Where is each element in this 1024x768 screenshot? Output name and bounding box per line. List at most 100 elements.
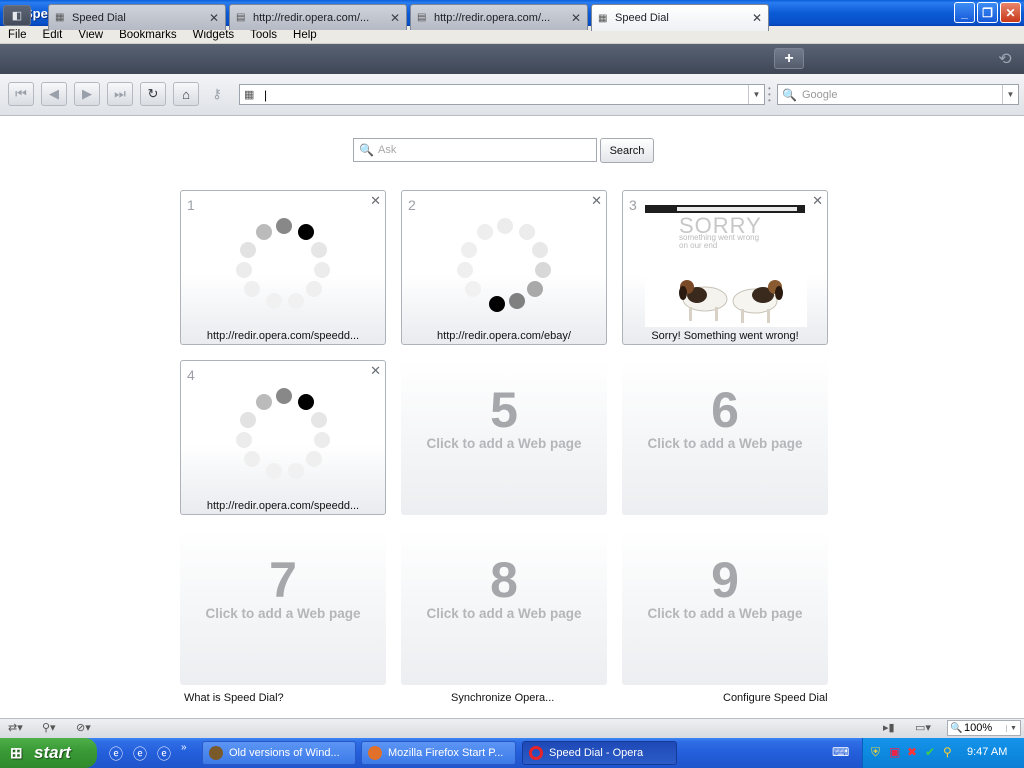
ask-input[interactable] bbox=[378, 140, 596, 160]
new-tab-button[interactable]: + bbox=[774, 48, 804, 69]
panel-toggle-button[interactable]: ◧ bbox=[3, 5, 31, 26]
speed-dial-5[interactable]: 5 Click to add a Web page bbox=[401, 360, 607, 515]
rewind-button[interactable]: ⏮ bbox=[8, 82, 34, 106]
home-button[interactable]: ⌂ bbox=[173, 82, 199, 106]
menu-bookmarks[interactable]: Bookmarks bbox=[111, 29, 185, 41]
thumbnail-subheading: something went wrong on our end bbox=[679, 233, 760, 250]
dial-caption: http://redir.opera.com/speedd... bbox=[206, 330, 360, 342]
address-dropdown-icon[interactable]: ▼ bbox=[748, 85, 764, 104]
speed-dial-4[interactable]: 4 ✕ http://redir.opera.com/speedd... bbox=[180, 360, 386, 515]
search-tray-icon[interactable]: ⚲ bbox=[943, 745, 952, 759]
back-button[interactable]: ◀ bbox=[41, 82, 67, 106]
dial-number: 1 bbox=[187, 197, 195, 213]
ie-quicklaunch-icon-2[interactable]: ⓔ bbox=[133, 744, 147, 764]
taskbar-window-old-versions[interactable]: Old versions of Wind... bbox=[202, 741, 356, 765]
dial-caption: http://redir.opera.com/speedd... bbox=[206, 500, 360, 512]
close-window-button[interactable]: ✕ bbox=[1000, 2, 1021, 23]
rewind-icon: ⏮ bbox=[15, 86, 27, 101]
tab-redir-1[interactable]: ▤ http://redir.opera.com/... ✕ bbox=[229, 4, 407, 30]
dial-add-text: Click to add a Web page bbox=[647, 606, 803, 621]
search-engine-icon[interactable]: 🔍 bbox=[782, 88, 798, 102]
maximize-button[interactable]: ❐ bbox=[977, 2, 998, 23]
dial-big-number: 8 bbox=[490, 552, 518, 608]
search-dropdown-icon[interactable]: ▼ bbox=[1002, 85, 1018, 104]
dial-big-number: 6 bbox=[711, 382, 739, 438]
speed-dial-1[interactable]: 1 ✕ http://redir.opera.com/speedd... bbox=[180, 190, 386, 345]
configure-speed-dial-link[interactable]: Configure Speed Dial bbox=[723, 692, 828, 704]
speed-dial-2[interactable]: 2 ✕ http://redir.opera.com/ebay/ bbox=[401, 190, 607, 345]
unite-icon[interactable]: ⚲▾ bbox=[42, 721, 56, 734]
speed-dial-9[interactable]: 9 Click to add a Web page bbox=[622, 530, 828, 685]
dial-big-number: 9 bbox=[711, 552, 739, 608]
synchronize-opera-link[interactable]: Synchronize Opera... bbox=[451, 692, 554, 704]
toolbar-separator-icon[interactable]: • • • bbox=[768, 85, 771, 105]
turbo-icon[interactable]: ⇄▾ bbox=[8, 721, 23, 734]
tab-close-icon[interactable]: ✕ bbox=[388, 11, 402, 25]
home-icon: ⌂ bbox=[182, 86, 190, 102]
taskbar-window-opera[interactable]: Speed Dial - Opera bbox=[522, 741, 677, 765]
menu-view[interactable]: View bbox=[70, 29, 111, 41]
status-bar bbox=[0, 718, 1024, 738]
ask-search-field[interactable]: 🔍 bbox=[353, 138, 597, 162]
tab-speed-dial-active[interactable]: ▦ Speed Dial ✕ bbox=[591, 4, 769, 31]
link-icon[interactable]: ⊘▾ bbox=[76, 721, 91, 734]
tab-close-icon[interactable]: ✕ bbox=[207, 11, 221, 25]
wand-button[interactable]: ⚷ bbox=[206, 82, 228, 106]
speed-dial-3[interactable]: 3 ✕ SORRY something went wrong on our en… bbox=[622, 190, 828, 345]
taskbar-window-firefox[interactable]: Mozilla Firefox Start P... bbox=[361, 741, 516, 765]
start-button[interactable]: ⊞ start bbox=[0, 738, 97, 768]
search-bar[interactable]: 🔍 ▼ bbox=[777, 84, 1019, 105]
panel-layout-icon[interactable]: ▸▮ bbox=[883, 721, 895, 734]
page-icon: ▤ bbox=[417, 12, 427, 23]
search-input[interactable] bbox=[802, 85, 1002, 104]
firefox-icon bbox=[368, 746, 382, 760]
menu-edit[interactable]: Edit bbox=[35, 29, 71, 41]
zoom-dropdown-icon[interactable]: ▼ bbox=[1006, 724, 1020, 732]
key-icon: ⚷ bbox=[212, 86, 222, 101]
dial-close-icon[interactable]: ✕ bbox=[812, 193, 823, 209]
tab-close-icon[interactable]: ✕ bbox=[750, 11, 764, 25]
keyboard-icon[interactable]: ⌨ bbox=[832, 745, 849, 759]
minimize-button[interactable]: _ bbox=[954, 2, 975, 23]
speed-dial-7[interactable]: 7 Click to add a Web page bbox=[180, 530, 386, 685]
ie-quicklaunch-icon[interactable]: ⓔ bbox=[109, 744, 123, 764]
dial-add-text: Click to add a Web page bbox=[647, 436, 803, 451]
closed-tabs-trash-icon[interactable]: ⟲ bbox=[990, 47, 1020, 71]
address-input[interactable] bbox=[264, 85, 748, 104]
address-bar[interactable]: ▦ ▼ bbox=[239, 84, 765, 105]
quicklaunch-more-icon[interactable]: » bbox=[181, 742, 187, 753]
network-icon[interactable]: ✖ bbox=[907, 745, 917, 759]
menu-help[interactable]: Help bbox=[285, 29, 325, 41]
speed-dial-6[interactable]: 6 Click to add a Web page bbox=[622, 360, 828, 515]
ask-search-button[interactable]: Search bbox=[600, 138, 654, 163]
dial-big-number: 5 bbox=[490, 382, 518, 438]
speed-dial-8[interactable]: 8 Click to add a Web page bbox=[401, 530, 607, 685]
shield-icon[interactable]: ⛨ bbox=[871, 745, 880, 760]
search-icon: 🔍 bbox=[359, 143, 374, 157]
fast-forward-button[interactable]: ⏭ bbox=[107, 82, 133, 106]
tab-close-icon[interactable]: ✕ bbox=[569, 11, 583, 25]
tray-app-icon[interactable]: ▣ bbox=[889, 745, 900, 759]
ie-quicklaunch-icon-3[interactable]: ⓔ bbox=[157, 744, 171, 764]
tab-label: http://redir.opera.com/... bbox=[434, 11, 551, 24]
update-icon[interactable]: ✔ bbox=[925, 745, 935, 759]
menu-file[interactable]: File bbox=[0, 29, 35, 41]
reload-button[interactable]: ↻ bbox=[140, 82, 166, 106]
tab-label: Speed Dial bbox=[72, 11, 126, 24]
dial-close-icon[interactable]: ✕ bbox=[370, 193, 381, 209]
menu-widgets[interactable]: Widgets bbox=[185, 29, 243, 41]
dial-number: 3 bbox=[629, 197, 637, 213]
windows-flag-icon: ⊞ bbox=[10, 745, 23, 762]
forward-button[interactable]: ▶ bbox=[74, 82, 100, 106]
dial-add-text: Click to add a Web page bbox=[426, 436, 582, 451]
dial-number: 4 bbox=[187, 367, 195, 383]
loading-spinner-icon bbox=[232, 388, 336, 484]
dial-close-icon[interactable]: ✕ bbox=[591, 193, 602, 209]
what-is-speed-dial-link[interactable]: What is Speed Dial? bbox=[184, 692, 284, 704]
zoom-control[interactable]: 🔍 100% ▼ bbox=[947, 720, 1021, 736]
menu-tools[interactable]: Tools bbox=[242, 29, 285, 41]
dial-close-icon[interactable]: ✕ bbox=[370, 363, 381, 379]
tab-speed-dial-1[interactable]: ▦ Speed Dial ✕ bbox=[48, 4, 226, 30]
tab-redir-2[interactable]: ▤ http://redir.opera.com/... ✕ bbox=[410, 4, 588, 30]
view-icon[interactable]: ▭▾ bbox=[915, 721, 931, 734]
